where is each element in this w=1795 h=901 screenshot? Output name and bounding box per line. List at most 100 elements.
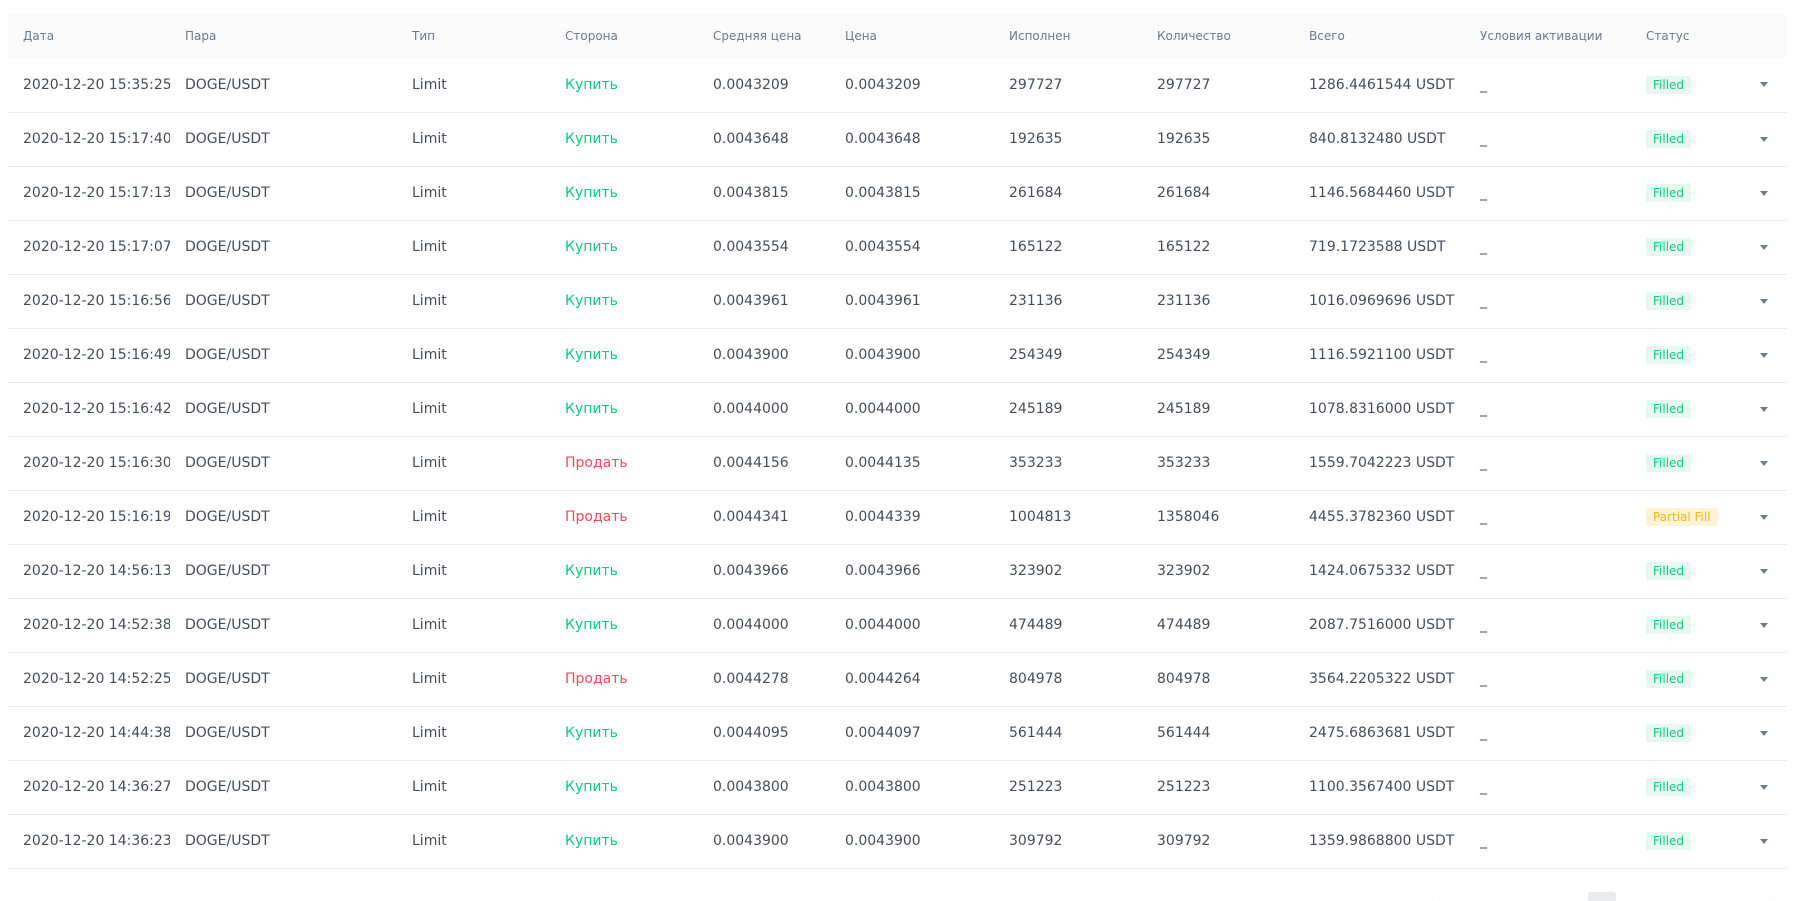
cell-price: 0.0044000 [845,617,921,633]
cell-amount: 254349 [1157,347,1211,363]
status-badge: Partial Fill [1646,508,1718,526]
status-badge: Filled [1646,670,1692,688]
table-row[interactable]: 2020-12-20 14:52:38 DOGE/USDT Limit Купить 0… [8,598,1787,652]
table-row[interactable]: 2020-12-20 15:16:49 DOGE/USDT Limit Купить 0… [8,328,1787,382]
table-row[interactable]: 2020-12-20 14:36:23 DOGE/USDT Limit Купить 0… [8,814,1787,868]
cell-amount: 353233 [1157,455,1211,471]
cell-avg-price: 0.0043800 [713,779,789,795]
chevron-down-icon[interactable] [1760,784,1768,790]
chevron-down-icon[interactable] [1760,460,1768,466]
column-header-status: Статус [1646,29,1690,43]
cell-amount: 474489 [1157,617,1211,633]
cell-expand [1741,814,1787,868]
cell-trigger-conditions: _ [1480,671,1487,687]
table-row[interactable]: 2020-12-20 14:56:13 DOGE/USDT Limit Купить 0… [8,544,1787,598]
chevron-down-icon[interactable] [1760,136,1768,142]
table-row[interactable]: 2020-12-20 15:17:07 DOGE/USDT Limit Купить 0… [8,220,1787,274]
cell-pair: DOGE/USDT [185,671,270,687]
table-row[interactable]: 2020-12-20 15:17:13 DOGE/USDT Limit Купить 0… [8,166,1787,220]
cell-status: Filled [1631,274,1741,328]
chevron-down-icon[interactable] [1760,298,1768,304]
pagination-prev-button[interactable]: ‹ [1428,896,1434,901]
side-buy-label: Купить [565,617,618,633]
cell-status: Filled [1631,382,1741,436]
cell-expand [1741,328,1787,382]
cell-side: Купить [550,220,698,274]
chevron-down-icon[interactable] [1760,352,1768,358]
cell-amount: 323902 [1157,563,1211,579]
pagination-next-button[interactable]: › [1771,896,1777,901]
side-buy-label: Купить [565,833,618,849]
chevron-down-icon[interactable] [1760,406,1768,412]
table-row[interactable]: 2020-12-20 15:35:25 DOGE/USDT Limit Купить 0… [8,58,1787,112]
cell-side: Купить [550,166,698,220]
cell-side: Купить [550,274,698,328]
cell-price: 0.0044135 [845,455,921,471]
status-badge: Filled [1646,75,1692,94]
column-header-actions [1741,14,1787,58]
status-badge: Filled [1646,562,1692,580]
cell-pair: DOGE/USDT [185,76,270,93]
table-row[interactable]: 2020-12-20 15:17:40 DOGE/USDT Limit Купить 0… [8,112,1787,166]
table-row[interactable]: 2020-12-20 14:44:38 DOGE/USDT Limit Купить 0… [8,706,1787,760]
cell-expand [1741,436,1787,490]
cell-side: Купить [550,382,698,436]
cell-executed: 561444 [1009,725,1063,741]
cell-type: Limit [412,617,447,633]
cell-date: 2020-12-20 15:17:13 [23,185,170,201]
pagination-current-page[interactable] [1588,892,1616,901]
cell-expand [1741,544,1787,598]
cell-type: Limit [412,347,447,363]
chevron-down-icon[interactable] [1760,190,1768,196]
cell-avg-price: 0.0044000 [713,617,789,633]
table-row[interactable]: 2020-12-20 15:16:56 DOGE/USDT Limit Купить 0… [8,274,1787,328]
cell-executed: 192635 [1009,131,1063,147]
column-header-price: Цена [845,29,877,43]
chevron-down-icon[interactable] [1760,514,1768,520]
side-buy-label: Купить [565,185,618,201]
column-header-trigger-conditions: Условия активации [1480,29,1603,43]
cell-avg-price: 0.0043815 [713,185,789,201]
cell-executed: 254349 [1009,347,1063,363]
table-row[interactable]: 2020-12-20 14:52:25 DOGE/USDT Limit Продать… [8,652,1787,706]
chevron-down-icon[interactable] [1760,568,1768,574]
cell-expand [1741,760,1787,814]
cell-executed: 251223 [1009,779,1063,795]
cell-side: Купить [550,112,698,166]
cell-type: Limit [412,131,447,147]
cell-price: 0.0043900 [845,347,921,363]
cell-trigger-conditions: _ [1480,725,1487,741]
cell-status: Filled [1631,166,1741,220]
chevron-down-icon[interactable] [1760,82,1768,88]
table-row[interactable]: 2020-12-20 15:16:19 DOGE/USDT Limit Продать… [8,490,1787,544]
cell-avg-price: 0.0044156 [713,455,789,471]
cell-status: Filled [1631,436,1741,490]
side-buy-label: Купить [565,293,618,309]
chevron-down-icon[interactable] [1760,838,1768,844]
cell-trigger-conditions: _ [1480,833,1487,849]
cell-total: 1078.8316000 USDT [1309,401,1455,417]
cell-status: Filled [1631,706,1741,760]
table-row[interactable]: 2020-12-20 14:36:27 DOGE/USDT Limit Купить 0… [8,760,1787,814]
cell-amount: 297727 [1157,76,1211,93]
cell-type: Limit [412,293,447,309]
table-header-row: Дата Пара Тип Сторона Средняя цена Цена … [8,14,1787,58]
cell-side: Купить [550,328,698,382]
chevron-down-icon[interactable] [1760,622,1768,628]
chevron-down-icon[interactable] [1760,730,1768,736]
chevron-down-icon[interactable] [1760,244,1768,250]
cell-status: Filled [1631,598,1741,652]
cell-pair: DOGE/USDT [185,833,270,849]
column-header-amount: Количество [1157,29,1231,43]
chevron-down-icon[interactable] [1760,676,1768,682]
cell-type: Limit [412,725,447,741]
cell-side: Купить [550,760,698,814]
cell-amount: 251223 [1157,779,1211,795]
table-row[interactable]: 2020-12-20 15:16:30 DOGE/USDT Limit Продать… [8,436,1787,490]
cell-date: 2020-12-20 14:52:38 [23,617,170,633]
cell-type: Limit [412,563,447,579]
table-row[interactable]: 2020-12-20 15:16:42 DOGE/USDT Limit Купить 0… [8,382,1787,436]
cell-amount: 192635 [1157,131,1211,147]
cell-trigger-conditions: _ [1480,293,1487,309]
side-buy-label: Купить [565,347,618,363]
